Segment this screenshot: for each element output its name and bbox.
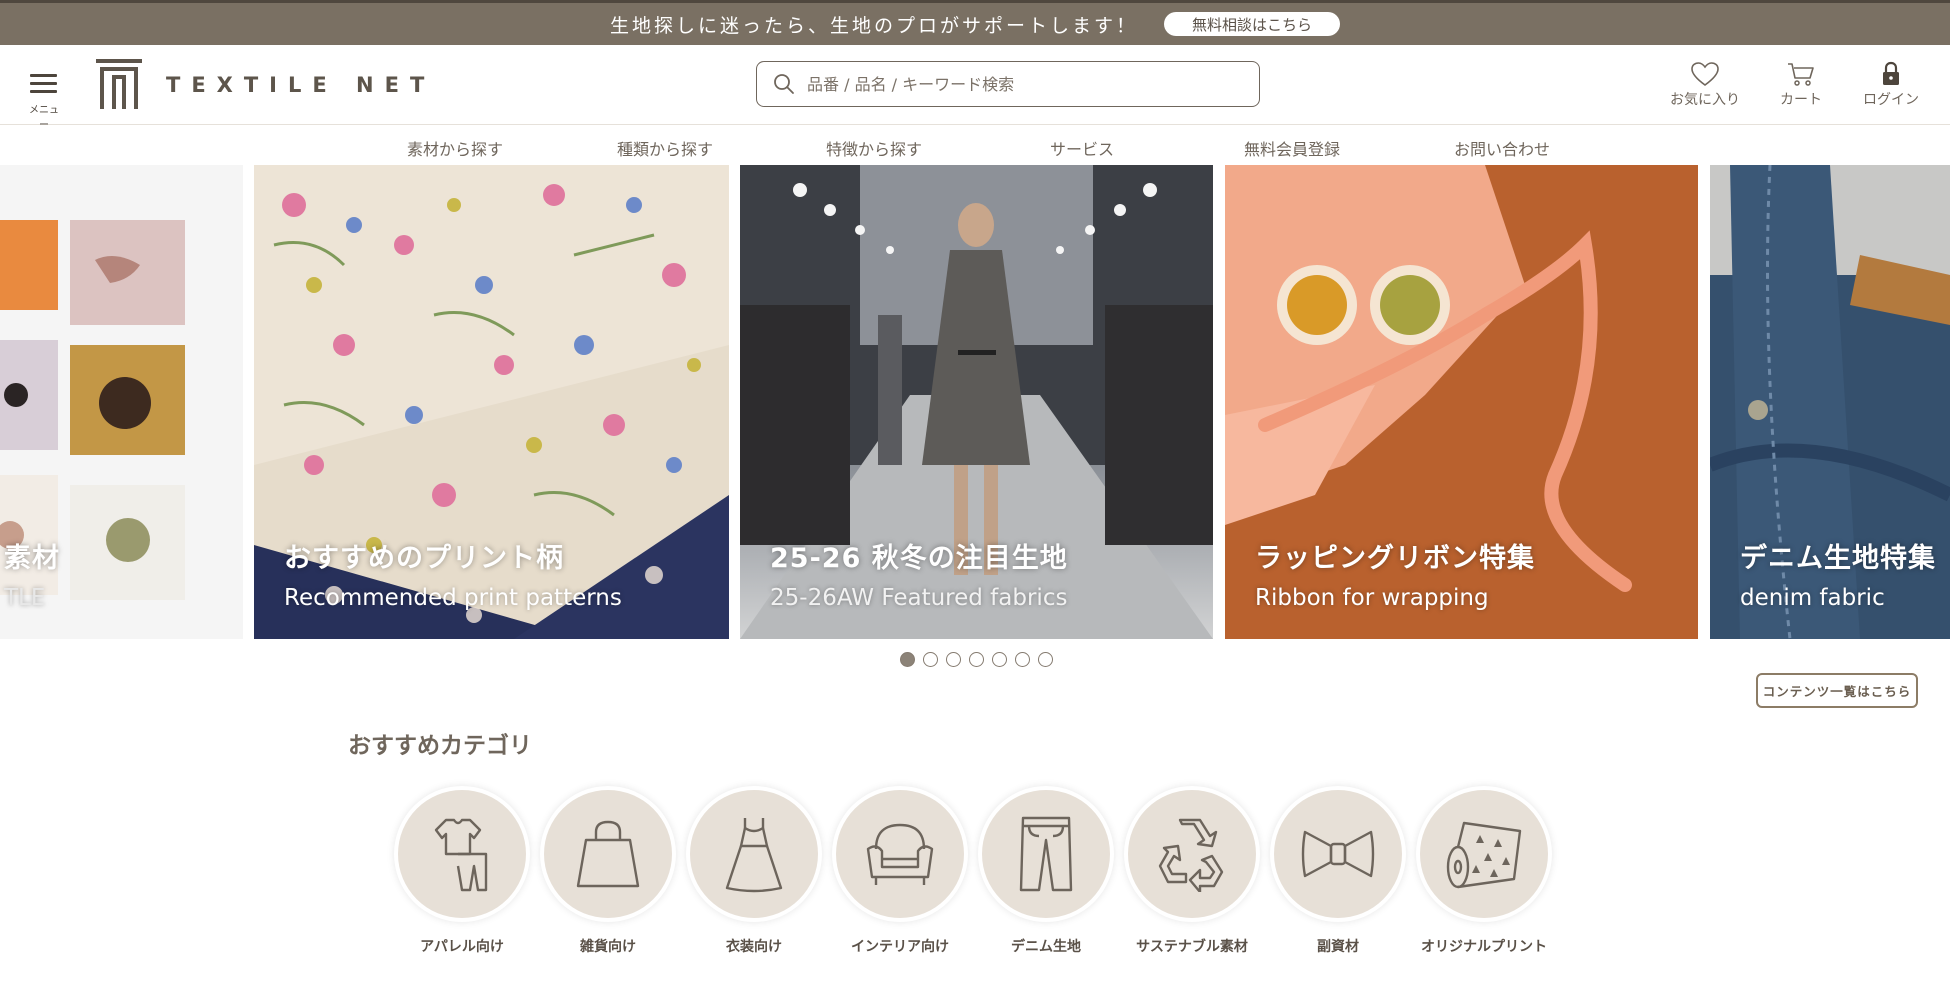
clothing-icon <box>434 818 488 892</box>
nav-item-material[interactable]: 素材から探す <box>407 136 503 160</box>
category-label: アパレル向け <box>420 939 504 955</box>
heart-icon <box>1691 62 1719 86</box>
carousel-slide-natural[interactable]: 素材 TLE <box>0 165 243 639</box>
category-original-print[interactable]: オリジナルプリント <box>1420 790 1548 956</box>
hamburger-icon-bar <box>30 82 57 85</box>
dress-icon <box>725 818 783 893</box>
carousel-pagination <box>900 652 1053 667</box>
jeans-icon <box>1019 816 1073 892</box>
category-label: 衣装向け <box>726 939 782 955</box>
nav-item-contact[interactable]: お問い合わせ <box>1454 136 1550 160</box>
category-circle[interactable] <box>982 790 1110 918</box>
nav-item-service[interactable]: サービス <box>1050 136 1114 160</box>
free-consultation-button[interactable]: 無料相談はこちら <box>1164 12 1340 36</box>
category-circle[interactable] <box>1420 790 1548 918</box>
category-label: サステナブル素材 <box>1136 939 1248 955</box>
category-circle[interactable] <box>398 790 526 918</box>
content-list-button[interactable]: コンテンツ一覧はこちら <box>1756 673 1918 708</box>
hamburger-icon <box>30 74 57 77</box>
bow-icon <box>1301 830 1375 878</box>
category-costume[interactable]: 衣装向け <box>690 790 818 956</box>
slide-subtitle: denim fabric <box>1740 585 1885 611</box>
logo-text: TEXTILE NET <box>166 73 436 97</box>
cart-button[interactable]: カート <box>1772 61 1830 109</box>
carousel-slide-print[interactable]: おすすめのプリント柄 Recommended print patterns <box>254 165 729 639</box>
nav-item-feature[interactable]: 特徴から探す <box>826 136 922 160</box>
slide-title: おすすめのプリント柄 <box>284 543 564 574</box>
slide-title: デニム生地特集 <box>1740 543 1936 574</box>
carousel-dot-2[interactable] <box>923 652 938 667</box>
header-actions: お気に入り カート ログイン <box>1670 61 1920 109</box>
site-logo[interactable]: TEXTILE NET <box>92 59 435 111</box>
recycle-icon <box>1158 818 1224 892</box>
slide-title: 25-26 秋冬の注目生地 <box>770 543 1068 574</box>
slide-subtitle: Recommended print patterns <box>284 585 622 611</box>
slide-subtitle: Ribbon for wrapping <box>1255 585 1489 611</box>
slide-title: 素材 <box>4 543 60 574</box>
carousel-slide-aw[interactable]: 25-26 秋冬の注目生地 25-26AW Featured fabrics <box>740 165 1213 639</box>
carousel-slide-ribbon[interactable]: ラッピングリボン特集 Ribbon for wrapping <box>1225 165 1698 639</box>
cart-label: カート <box>1780 92 1822 108</box>
cart-icon <box>1788 63 1814 86</box>
carousel-dot-3[interactable] <box>946 652 961 667</box>
category-label: デニム生地 <box>1011 939 1081 955</box>
login-label: ログイン <box>1863 92 1919 108</box>
category-label: インテリア向け <box>851 939 949 955</box>
bag-icon <box>576 820 640 888</box>
category-interior[interactable]: インテリア向け <box>836 790 964 956</box>
slide-subtitle: TLE <box>4 585 46 611</box>
category-denim[interactable]: デニム生地 <box>982 790 1110 956</box>
menu-button[interactable]: メニュー <box>22 67 64 131</box>
hero-carousel[interactable]: 素材 TLE おすすめのプリント柄 Recommended print patt… <box>0 165 1950 639</box>
category-sustainable[interactable]: サステナブル素材 <box>1128 790 1256 956</box>
lock-icon <box>1883 61 1899 85</box>
section-title-categories: おすすめカテゴリ <box>348 733 532 759</box>
carousel-slide-denim[interactable]: デニム生地特集 denim fabric <box>1710 165 1950 639</box>
category-circle[interactable] <box>690 790 818 918</box>
category-apparel[interactable]: アパレル向け <box>398 790 526 956</box>
category-circle[interactable] <box>1274 790 1402 918</box>
announcement-text: 生地探しに迷ったら、生地のプロがサポートします！ <box>609 14 1138 37</box>
nav-item-register[interactable]: 無料会員登録 <box>1244 136 1340 160</box>
category-label: オリジナルプリント <box>1421 939 1547 955</box>
main-nav: 素材から探す 種類から探す 特徴から探す サービス 無料会員登録 お問い合わせ <box>0 126 1950 166</box>
nav-item-type[interactable]: 種類から探す <box>617 136 713 160</box>
category-label: 副資材 <box>1317 939 1359 955</box>
category-label: 雑貨向け <box>580 939 636 955</box>
category-circle[interactable] <box>1128 790 1256 918</box>
favorites-label: お気に入り <box>1670 92 1740 108</box>
carousel-dot-6[interactable] <box>1015 652 1030 667</box>
fabric-roll-icon <box>1446 821 1522 889</box>
favorites-button[interactable]: お気に入り <box>1670 61 1740 109</box>
category-circle[interactable] <box>544 790 672 918</box>
carousel-dot-4[interactable] <box>969 652 984 667</box>
site-header: メニュー TEXTILE NET お気に入り <box>0 45 1950 131</box>
category-accessories[interactable]: 副資材 <box>1274 790 1402 956</box>
carousel-dot-7[interactable] <box>1038 652 1053 667</box>
category-goods[interactable]: 雑貨向け <box>544 790 672 956</box>
hamburger-icon-bar <box>30 90 57 93</box>
search-icon <box>774 74 794 94</box>
search-box[interactable] <box>756 61 1260 107</box>
search-input[interactable] <box>807 74 1227 94</box>
slide-subtitle: 25-26AW Featured fabrics <box>770 585 1068 611</box>
category-list: アパレル向け 雑貨向け 衣装向け インテリア向け デニム生地 サステナブル素材 … <box>398 790 1548 956</box>
carousel-dot-1[interactable] <box>900 652 915 667</box>
announcement-bar: 生地探しに迷ったら、生地のプロがサポートします！ 無料相談はこちら <box>0 0 1950 45</box>
armchair-icon <box>866 823 934 885</box>
login-button[interactable]: ログイン <box>1862 61 1920 109</box>
logo-mark-icon <box>96 59 142 109</box>
slide-title: ラッピングリボン特集 <box>1255 543 1535 574</box>
carousel-dot-5[interactable] <box>992 652 1007 667</box>
category-circle[interactable] <box>836 790 964 918</box>
